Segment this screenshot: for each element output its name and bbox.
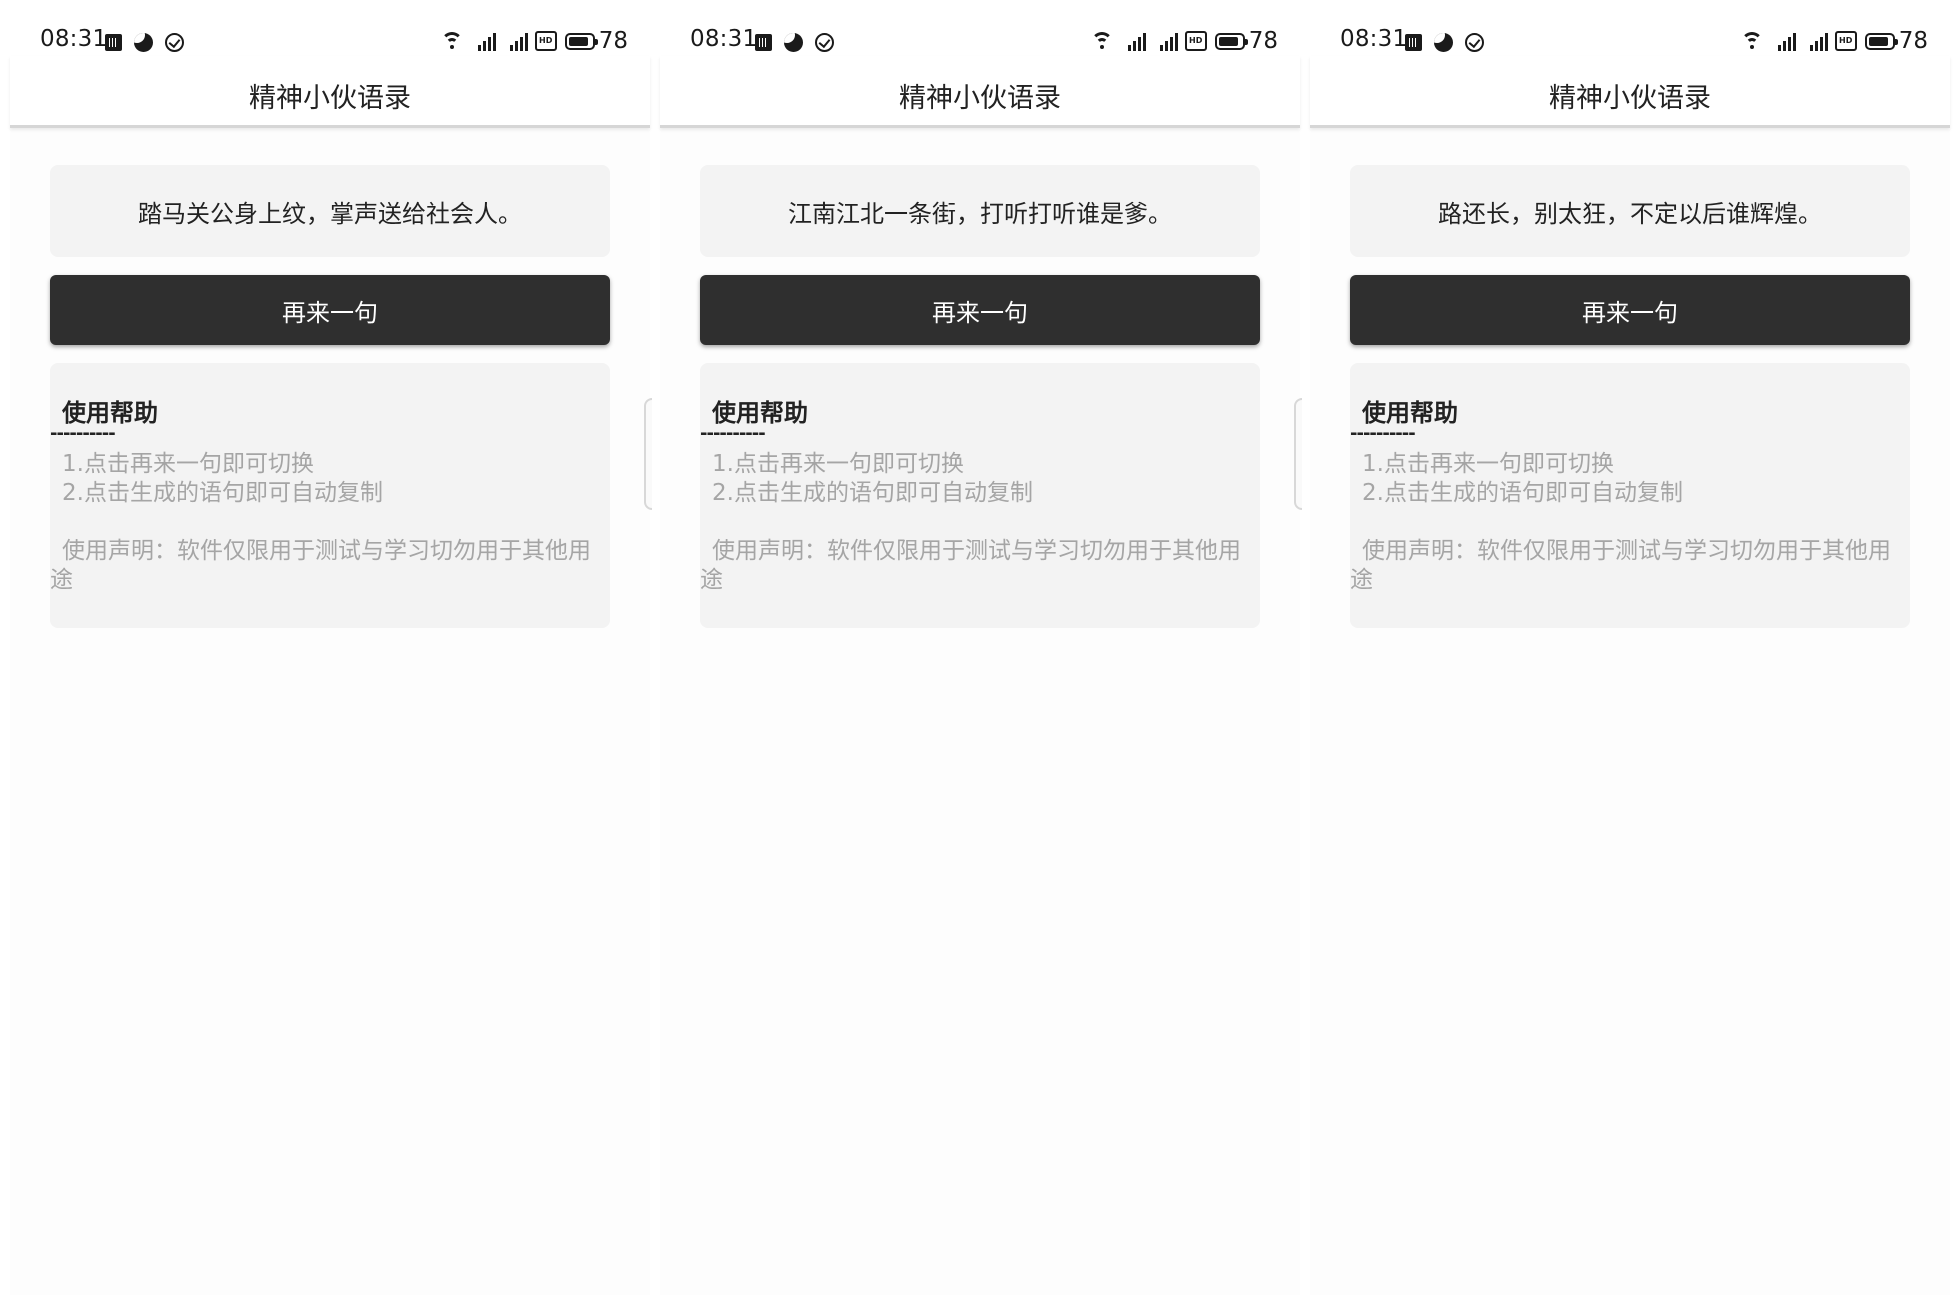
battery-level: 78: [598, 28, 628, 54]
moon-icon: [784, 32, 803, 52]
help-line: 2.点击生成的语句即可自动复制: [712, 480, 1033, 506]
status-time: 08:31: [1340, 26, 1408, 52]
screenshot-collage: 08:31 HD 78 精神小伙语录 踏马关公身上纹，掌声送给社会人。 再来一句…: [0, 0, 1960, 1300]
signal-icon: [503, 31, 528, 51]
battery-level: 78: [1248, 28, 1278, 54]
status-left-icons: [1405, 30, 1484, 54]
notification-grid-icon: [755, 33, 772, 51]
moon-icon: [1434, 32, 1453, 52]
quote-card[interactable]: 路还长，别太狂，不定以后谁辉煌。: [1350, 165, 1910, 257]
status-right-icons: HD 78: [440, 28, 628, 54]
notification-grid-icon: [1405, 33, 1422, 51]
help-line: 2.点击生成的语句即可自动复制: [62, 480, 383, 506]
wifi-icon: [1090, 32, 1113, 50]
signal-icon: [1121, 31, 1146, 51]
help-line: 2.点击生成的语句即可自动复制: [1362, 480, 1683, 506]
check-circle-icon: [165, 32, 184, 52]
status-right-icons: HD 78: [1740, 28, 1928, 54]
app-title: 精神小伙语录: [249, 83, 411, 114]
help-card: 使用帮助 ---------- 1.点击再来一句即可切换 2.点击生成的语句即可…: [1350, 363, 1910, 628]
battery-level: 78: [1898, 28, 1928, 54]
help-card: 使用帮助 ---------- 1.点击再来一句即可切换 2.点击生成的语句即可…: [50, 363, 610, 628]
help-line: 1.点击再来一句即可切换: [62, 451, 314, 477]
notification-grid-icon: [105, 33, 122, 51]
status-left-icons: [755, 30, 834, 54]
phone-screen-1: 08:31 HD 78 精神小伙语录 踏马关公身上纹，掌声送给社会人。 再来一句…: [10, 0, 652, 1295]
moon-icon: [134, 32, 153, 52]
help-divider: ----------: [1350, 423, 1416, 444]
app-bar: 精神小伙语录: [1310, 56, 1950, 128]
status-time: 08:31: [40, 26, 108, 52]
help-disclaimer: 使用声明：软件仅限用于测试与学习切勿用于其他用途: [1350, 538, 1891, 593]
app-bar: 精神小伙语录: [660, 56, 1300, 128]
phone-screen-2: 08:31 HD 78 精神小伙语录 江南江北一条街，打听打听谁是爹。 再来一句…: [660, 0, 1302, 1295]
status-left-icons: [105, 30, 184, 54]
help-line: 1.点击再来一句即可切换: [712, 451, 964, 477]
signal-icon: [1153, 31, 1178, 51]
help-disclaimer: 使用声明：软件仅限用于测试与学习切勿用于其他用途: [700, 538, 1241, 593]
phone-screen-3: 08:31 HD 78 精神小伙语录 路还长，别太狂，不定以后谁辉煌。 再来一句…: [1310, 0, 1950, 1295]
signal-icon: [1803, 31, 1828, 51]
check-circle-icon: [1465, 32, 1484, 52]
quote-card[interactable]: 江南江北一条街，打听打听谁是爹。: [700, 165, 1260, 257]
wifi-icon: [440, 32, 463, 50]
edge-handle: [644, 398, 652, 510]
hd-icon: HD: [1834, 31, 1857, 51]
status-right-icons: HD 78: [1090, 28, 1278, 54]
check-circle-icon: [815, 32, 834, 52]
help-divider: ----------: [50, 423, 116, 444]
wifi-icon: [1740, 32, 1763, 50]
next-quote-button[interactable]: 再来一句: [700, 275, 1260, 345]
next-quote-button[interactable]: 再来一句: [1350, 275, 1910, 345]
battery-icon: [564, 32, 598, 50]
battery-icon: [1864, 32, 1898, 50]
signal-icon: [1771, 31, 1796, 51]
status-time: 08:31: [690, 26, 758, 52]
hd-icon: HD: [534, 31, 557, 51]
next-quote-button[interactable]: 再来一句: [50, 275, 610, 345]
help-card: 使用帮助 ---------- 1.点击再来一句即可切换 2.点击生成的语句即可…: [700, 363, 1260, 628]
help-divider: ----------: [700, 423, 766, 444]
app-bar: 精神小伙语录: [10, 56, 650, 128]
battery-icon: [1214, 32, 1248, 50]
quote-card[interactable]: 踏马关公身上纹，掌声送给社会人。: [50, 165, 610, 257]
edge-handle: [1294, 398, 1302, 510]
help-line: 1.点击再来一句即可切换: [1362, 451, 1614, 477]
hd-icon: HD: [1184, 31, 1207, 51]
signal-icon: [471, 31, 496, 51]
app-title: 精神小伙语录: [899, 83, 1061, 114]
app-title: 精神小伙语录: [1549, 83, 1711, 114]
help-disclaimer: 使用声明：软件仅限用于测试与学习切勿用于其他用途: [50, 538, 591, 593]
